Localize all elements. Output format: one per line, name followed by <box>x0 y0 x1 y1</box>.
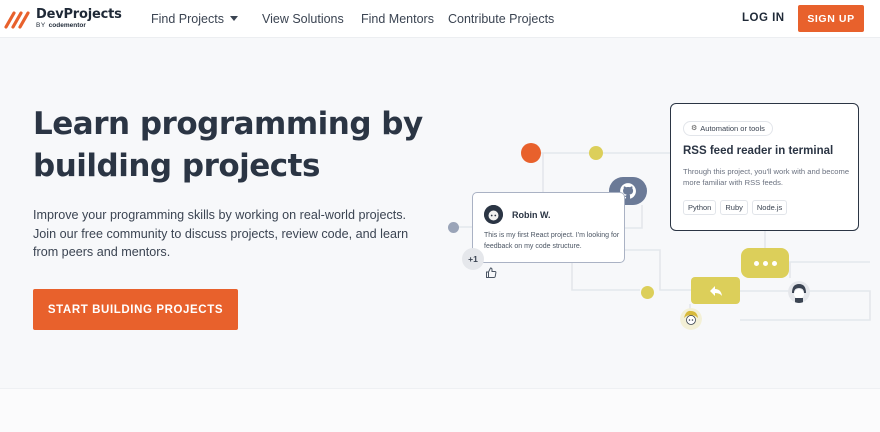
tech-chips: Python Ruby Node.js <box>683 199 846 215</box>
comment-card: Robin W. This is my first React project.… <box>472 192 625 263</box>
top-nav: DevProjects BY codementor Find Projects V… <box>0 0 880 38</box>
user-face-icon <box>680 308 702 330</box>
user-face-icon <box>484 205 503 224</box>
logo-title: DevProjects <box>36 7 122 23</box>
avatar <box>484 205 503 224</box>
yellow-dot <box>589 146 603 160</box>
plus-one-badge: +1 <box>462 248 484 270</box>
comment-text: This is my first React project. I'm look… <box>484 232 620 250</box>
comment-header: Robin W. <box>484 205 613 224</box>
devprojects-logo[interactable]: DevProjects BY codementor <box>4 7 122 31</box>
devprojects-logo-mark-icon <box>4 11 30 29</box>
hero-subtitle: Improve your programming skills by worki… <box>33 208 409 259</box>
nav-find-mentors[interactable]: Find Mentors <box>361 12 434 26</box>
category-tag-label: Automation or tools <box>700 123 765 133</box>
nav-contribute-projects[interactable]: Contribute Projects <box>448 12 554 26</box>
reply-arrow-icon <box>709 285 722 296</box>
reply-bubble <box>691 277 740 304</box>
next-section-band <box>0 388 880 432</box>
commenter-name: Robin W. <box>512 209 551 220</box>
typing-bubble <box>741 248 789 278</box>
caret-down-icon <box>229 16 238 22</box>
tech-chip-nodejs: Node.js <box>751 199 788 215</box>
signup-button[interactable]: SIGN UP <box>798 5 864 32</box>
hero-title: Learn programming by building projects <box>33 106 423 184</box>
category-tag: ⚙ Automation or tools <box>683 120 773 136</box>
slate-dot <box>448 222 459 233</box>
nav-find-projects[interactable]: Find Projects <box>151 12 238 26</box>
peer-avatar <box>680 308 702 330</box>
start-building-projects-button[interactable]: START BUILDING PROJECTS <box>33 289 238 330</box>
nav-find-projects-label: Find Projects <box>151 12 224 26</box>
project-description: Through this project, you'll work with a… <box>683 166 850 188</box>
logo-company: codementor <box>48 22 86 30</box>
nav-view-solutions[interactable]: View Solutions <box>262 12 344 26</box>
yellow-small-dot <box>641 286 654 299</box>
logo-byline: BY codementor <box>36 23 122 30</box>
robot-icon: ⚙ <box>691 125 698 132</box>
project-card[interactable]: ⚙ Automation or tools RSS feed reader in… <box>670 103 859 231</box>
user-face-icon <box>788 281 810 303</box>
orange-dot <box>521 143 541 163</box>
thumbs-up-icon <box>486 267 497 278</box>
mentor-avatar <box>788 281 810 303</box>
project-title: RSS feed reader in terminal <box>683 144 834 157</box>
tech-chip-python: Python <box>683 199 717 215</box>
tech-chip-ruby: Ruby <box>720 199 748 215</box>
login-link[interactable]: LOG IN <box>742 12 785 24</box>
logo-by: BY <box>36 22 46 30</box>
